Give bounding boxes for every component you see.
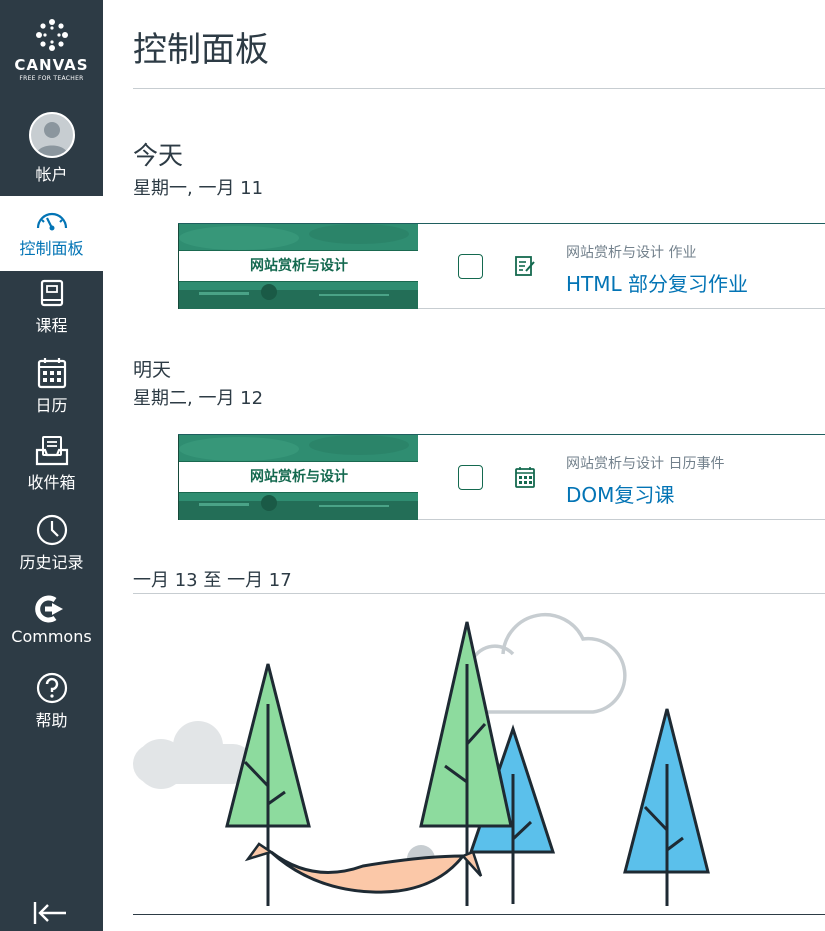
calendar-event-icon (515, 467, 535, 488)
assignment-icon (515, 256, 535, 276)
nav-inbox[interactable]: 收件箱 (0, 436, 103, 493)
user-icon (35, 122, 68, 156)
calendar-icon (37, 358, 66, 389)
brand-word: CANVAS (14, 56, 89, 74)
help-icon (36, 672, 67, 704)
nav-courses-label: 课程 (35, 316, 68, 335)
collapse-nav-icon[interactable] (30, 898, 70, 928)
course-name: 网站赏析与设计 (250, 258, 348, 274)
nav-calendar-label: 日历 (35, 396, 68, 415)
nav-calendar[interactable]: 日历 (0, 357, 103, 416)
nav-dashboard-label: 控制面板 (19, 239, 84, 258)
avatar (28, 112, 75, 158)
dashboard-icon (36, 212, 67, 231)
week-range-heading: 一月 13 至 一月 17 (133, 570, 292, 591)
canvas-logo[interactable]: CANVAS FREE FOR TEACHER (0, 18, 103, 82)
brand-subtitle: FREE FOR TEACHER (19, 75, 84, 82)
nav-dashboard[interactable]: 控制面板 (0, 196, 103, 271)
day-heading-tomorrow: 明天 星期二, 一月 12 (133, 355, 263, 410)
nav-commons-label: Commons (11, 627, 92, 646)
course-name-band: 网站赏析与设计 (179, 461, 418, 493)
item-course-type: 网站赏析与设计 作业 (566, 245, 697, 261)
day-label: 今天 (133, 141, 184, 170)
inbox-icon (35, 436, 68, 466)
day-heading-today: 今天 星期一, 一月 11 (133, 136, 263, 200)
item-course-type: 网站赏析与设计 日历事件 (566, 456, 725, 472)
nav-help[interactable]: 帮助 (0, 672, 103, 731)
day-date: 星期二, 一月 12 (133, 388, 264, 409)
book-icon (40, 279, 63, 307)
cloud-right (471, 612, 627, 714)
nav-inbox-label: 收件箱 (27, 473, 76, 492)
bottom-divider (133, 914, 825, 915)
hammock (269, 850, 467, 894)
nav-account-label: 帐户 (35, 165, 68, 184)
complete-checkbox[interactable] (458, 254, 483, 279)
nav-courses[interactable]: 课程 (0, 279, 103, 336)
course-image[interactable]: 网站赏析与设计 (178, 435, 418, 520)
course-name: 网站赏析与设计 (250, 469, 348, 485)
nav-help-label: 帮助 (35, 711, 68, 730)
planner-item: 网站赏析与设计 网站赏析与设计 日历事件 DOM复习课 (178, 434, 825, 520)
empty-state-illustration (133, 612, 710, 906)
nav-account[interactable]: 帐户 (0, 112, 103, 185)
day-date: 星期一, 一月 11 (133, 178, 264, 199)
item-title-link[interactable]: DOM复习课 (566, 479, 674, 508)
nav-commons[interactable]: Commons (0, 594, 103, 646)
global-nav: CANVAS FREE FOR TEACHER 帐户 控制面板 课程 日历 收件… (0, 0, 103, 931)
day-label: 明天 (133, 359, 172, 381)
cloud-left (133, 721, 253, 789)
commons-icon (34, 595, 63, 623)
canvas-logo-icon (35, 19, 68, 51)
clock-icon (36, 514, 67, 546)
course-name-band: 网站赏析与设计 (179, 250, 418, 282)
page-title: 控制面板 (133, 30, 269, 70)
nav-history[interactable]: 历史记录 (0, 514, 103, 573)
nav-history-label: 历史记录 (19, 553, 84, 572)
complete-checkbox[interactable] (458, 465, 483, 490)
planner-item: 网站赏析与设计 网站赏析与设计 作业 HTML 部分复习作业 (178, 223, 825, 309)
title-divider (133, 88, 825, 89)
item-title-link[interactable]: HTML 部分复习作业 (566, 268, 748, 297)
course-image[interactable]: 网站赏析与设计 (178, 224, 418, 309)
